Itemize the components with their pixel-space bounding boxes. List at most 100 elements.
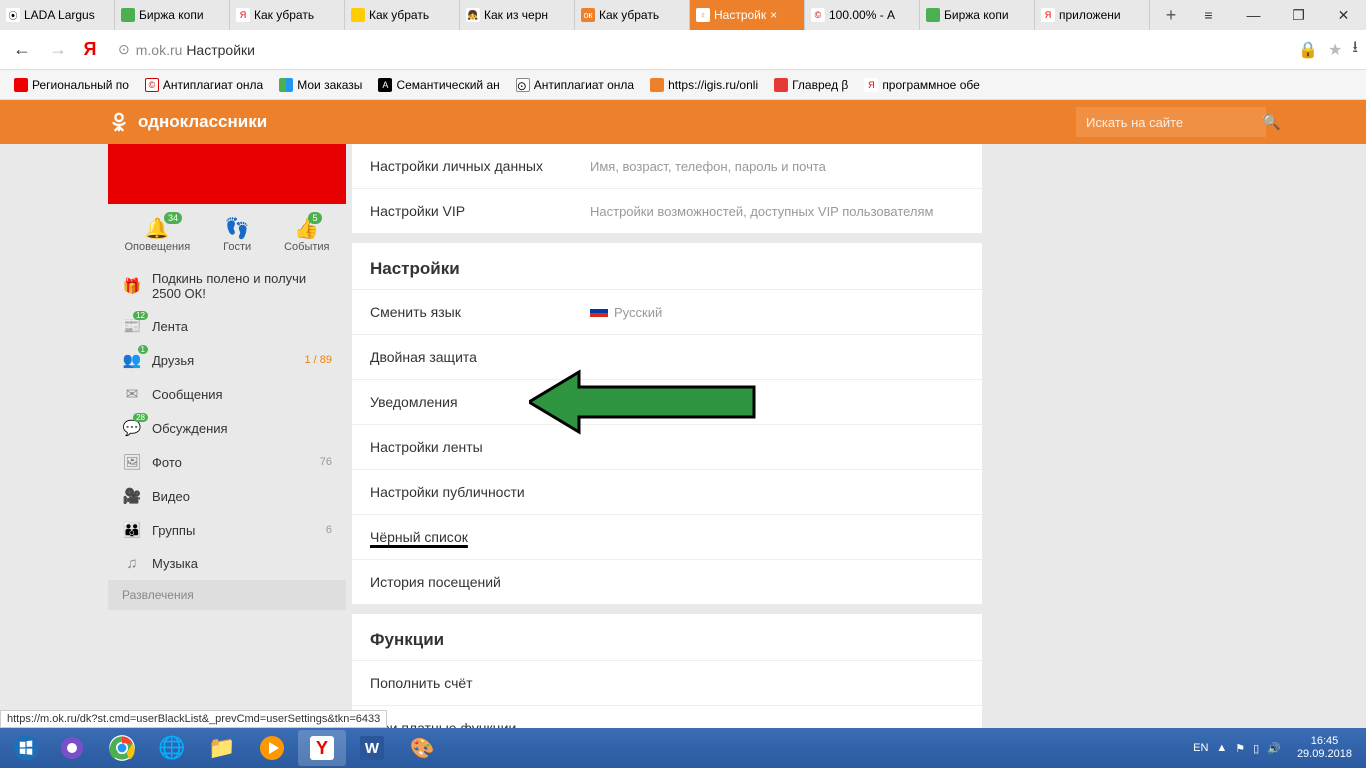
feed-icon: 📰12: [122, 317, 142, 335]
url-bar[interactable]: ⊙ m.ok.ru Настройки: [108, 35, 1290, 65]
nav-video[interactable]: 🎥Видео: [108, 479, 346, 513]
music-icon: ♫: [122, 555, 142, 572]
functions-heading: Функции: [352, 614, 982, 660]
bookmark-1[interactable]: ©Антиплагиат онла: [139, 76, 269, 94]
bookmark-6[interactable]: Главред β: [768, 76, 854, 94]
tray-battery-icon[interactable]: ▯: [1253, 742, 1259, 755]
side-nav: 🎁Подкинь полено и получи2500 ОК! 📰12Лент…: [108, 263, 346, 610]
row-personal-settings[interactable]: Настройки личных данныхИмя, возраст, тел…: [352, 144, 982, 188]
main-panel: Настройки личных данныхИмя, возраст, тел…: [352, 144, 982, 736]
thumb-icon: 👍: [284, 216, 329, 241]
downloads-icon[interactable]: ⭳: [1352, 36, 1358, 63]
bookmark-4[interactable]: ⊙Антиплагиат онла: [510, 76, 640, 94]
bookmark-7[interactable]: Япрограммное обе: [858, 76, 985, 94]
search-input[interactable]: [1086, 115, 1262, 130]
row-history[interactable]: История посещений: [352, 559, 982, 604]
nav-music[interactable]: ♫Музыка: [108, 547, 346, 580]
row-blacklist[interactable]: Чёрный список: [352, 514, 982, 559]
row-notifications[interactable]: Уведомления: [352, 379, 982, 424]
explorer-button[interactable]: 📁: [198, 730, 246, 766]
tray-action-center-icon[interactable]: ⚑: [1235, 742, 1245, 755]
events-button[interactable]: 👍5События: [284, 216, 329, 253]
tray-volume-icon[interactable]: 🔊: [1267, 742, 1281, 755]
row-double-protection[interactable]: Двойная защита: [352, 334, 982, 379]
windows-taskbar: 🌐 📁 Y W 🎨 EN ▲ ⚑ ▯ 🔊 16:4529.09.2018: [0, 728, 1366, 768]
bookmark-5[interactable]: https://igis.ru/onli: [644, 76, 764, 94]
protect-icon[interactable]: 🔒: [1298, 40, 1318, 60]
row-topup[interactable]: Пополнить счёт: [352, 660, 982, 705]
browser-titlebar: ⦿LADA Largus Биржа копи ЯКак убрать Как …: [0, 0, 1366, 30]
menu-button[interactable]: ≡: [1186, 0, 1231, 30]
nav-friends[interactable]: 👥1Друзья1 / 89: [108, 343, 346, 377]
new-tab-button[interactable]: +: [1156, 0, 1186, 30]
url-text: m.ok.ru Настройки: [136, 42, 255, 58]
chat-icon: 💬28: [122, 419, 142, 437]
bookmark-0[interactable]: Региональный по: [8, 76, 135, 94]
tab-5[interactable]: окКак убрать: [575, 0, 690, 30]
ie-button[interactable]: 🌐: [148, 730, 196, 766]
close-button[interactable]: ✕: [1321, 0, 1366, 30]
browser-navbar: ← → Я ⊙ m.ok.ru Настройки 🔒 ★ ⭳: [0, 30, 1366, 70]
friends-icon: 👥1: [122, 351, 142, 369]
site-search[interactable]: 🔍: [1076, 107, 1266, 137]
chrome-button[interactable]: [98, 730, 146, 766]
card-settings: Настройки Сменить языкРусский Двойная за…: [352, 243, 982, 604]
row-vip-settings[interactable]: Настройки VIPНастройки возможностей, дос…: [352, 188, 982, 233]
video-icon: 🎥: [122, 487, 142, 505]
paint-button[interactable]: 🎨: [398, 730, 446, 766]
card-top: Настройки личных данныхИмя, возраст, тел…: [352, 144, 982, 233]
tab-1[interactable]: Биржа копи: [115, 0, 230, 30]
promo-item[interactable]: 🎁Подкинь полено и получи2500 ОК!: [108, 263, 346, 309]
minimize-button[interactable]: —: [1231, 0, 1276, 30]
sidebar: 🔔34Оповещения 👣Гости 👍5События 🎁Подкинь …: [108, 144, 346, 736]
row-privacy-settings[interactable]: Настройки публичности: [352, 469, 982, 514]
browser-tabs: ⦿LADA Largus Биржа копи ЯКак убрать Как …: [0, 0, 1156, 30]
tray-flag-icon[interactable]: ▲: [1216, 742, 1227, 754]
system-tray: EN ▲ ⚑ ▯ 🔊 16:4529.09.2018: [1193, 735, 1360, 761]
side-actions: 🔔34Оповещения 👣Гости 👍5События: [108, 204, 346, 263]
yandex-browser-button[interactable]: Y: [298, 730, 346, 766]
start-button[interactable]: [6, 730, 46, 766]
tab-2[interactable]: ЯКак убрать: [230, 0, 345, 30]
tray-clock[interactable]: 16:4529.09.2018: [1289, 735, 1360, 761]
hits-icon: 🎁: [122, 277, 142, 295]
row-language[interactable]: Сменить языкРусский: [352, 289, 982, 334]
back-button[interactable]: ←: [8, 36, 36, 64]
hover-status-url: https://m.ok.ru/dk?st.cmd=userBlackList&…: [0, 710, 387, 728]
nav-photo[interactable]: 🖼Фото76: [108, 445, 346, 479]
groups-icon: 👪: [122, 521, 142, 539]
tab-6-active[interactable]: ♀Настройк×: [690, 0, 805, 30]
nav-section-entertainment: Развлечения: [108, 580, 346, 610]
forward-button[interactable]: →: [44, 36, 72, 64]
nav-feed[interactable]: 📰12Лента: [108, 309, 346, 343]
row-feed-settings[interactable]: Настройки ленты: [352, 424, 982, 469]
tab-4[interactable]: 👧Как из черн: [460, 0, 575, 30]
notifications-button[interactable]: 🔔34Оповещения: [124, 216, 190, 253]
guests-button[interactable]: 👣Гости: [223, 216, 251, 253]
tray-lang[interactable]: EN: [1193, 742, 1208, 754]
bookmark-star-icon[interactable]: ★: [1328, 40, 1342, 60]
tab-8[interactable]: Биржа копи: [920, 0, 1035, 30]
bookmark-2[interactable]: Мои заказы: [273, 76, 368, 94]
profile-block[interactable]: [108, 144, 346, 204]
close-icon[interactable]: ×: [770, 8, 777, 22]
nav-groups[interactable]: 👪Группы6: [108, 513, 346, 547]
restore-button[interactable]: ❐: [1276, 0, 1321, 30]
nav-messages[interactable]: ✉Сообщения: [108, 377, 346, 411]
nav-discussions[interactable]: 💬28Обсуждения: [108, 411, 346, 445]
tab-3[interactable]: Как убрать: [345, 0, 460, 30]
media-button[interactable]: [248, 730, 296, 766]
tab-9[interactable]: Яприложени: [1035, 0, 1150, 30]
card-functions: Функции Пополнить счёт Мои платные функц…: [352, 614, 982, 736]
bookmark-3[interactable]: AСемантический ан: [372, 76, 505, 94]
tab-0[interactable]: ⦿LADA Largus: [0, 0, 115, 30]
cortana-button[interactable]: [48, 730, 96, 766]
yandex-logo[interactable]: Я: [80, 40, 100, 60]
word-button[interactable]: W: [348, 730, 396, 766]
search-icon[interactable]: 🔍: [1262, 113, 1281, 131]
settings-heading: Настройки: [352, 243, 982, 289]
ok-header: одноклассники 🔍: [0, 100, 1366, 144]
ok-logo[interactable]: одноклассники: [108, 111, 267, 133]
page-content: 🔔34Оповещения 👣Гости 👍5События 🎁Подкинь …: [0, 144, 1366, 736]
tab-7[interactable]: ©100.00% - А: [805, 0, 920, 30]
